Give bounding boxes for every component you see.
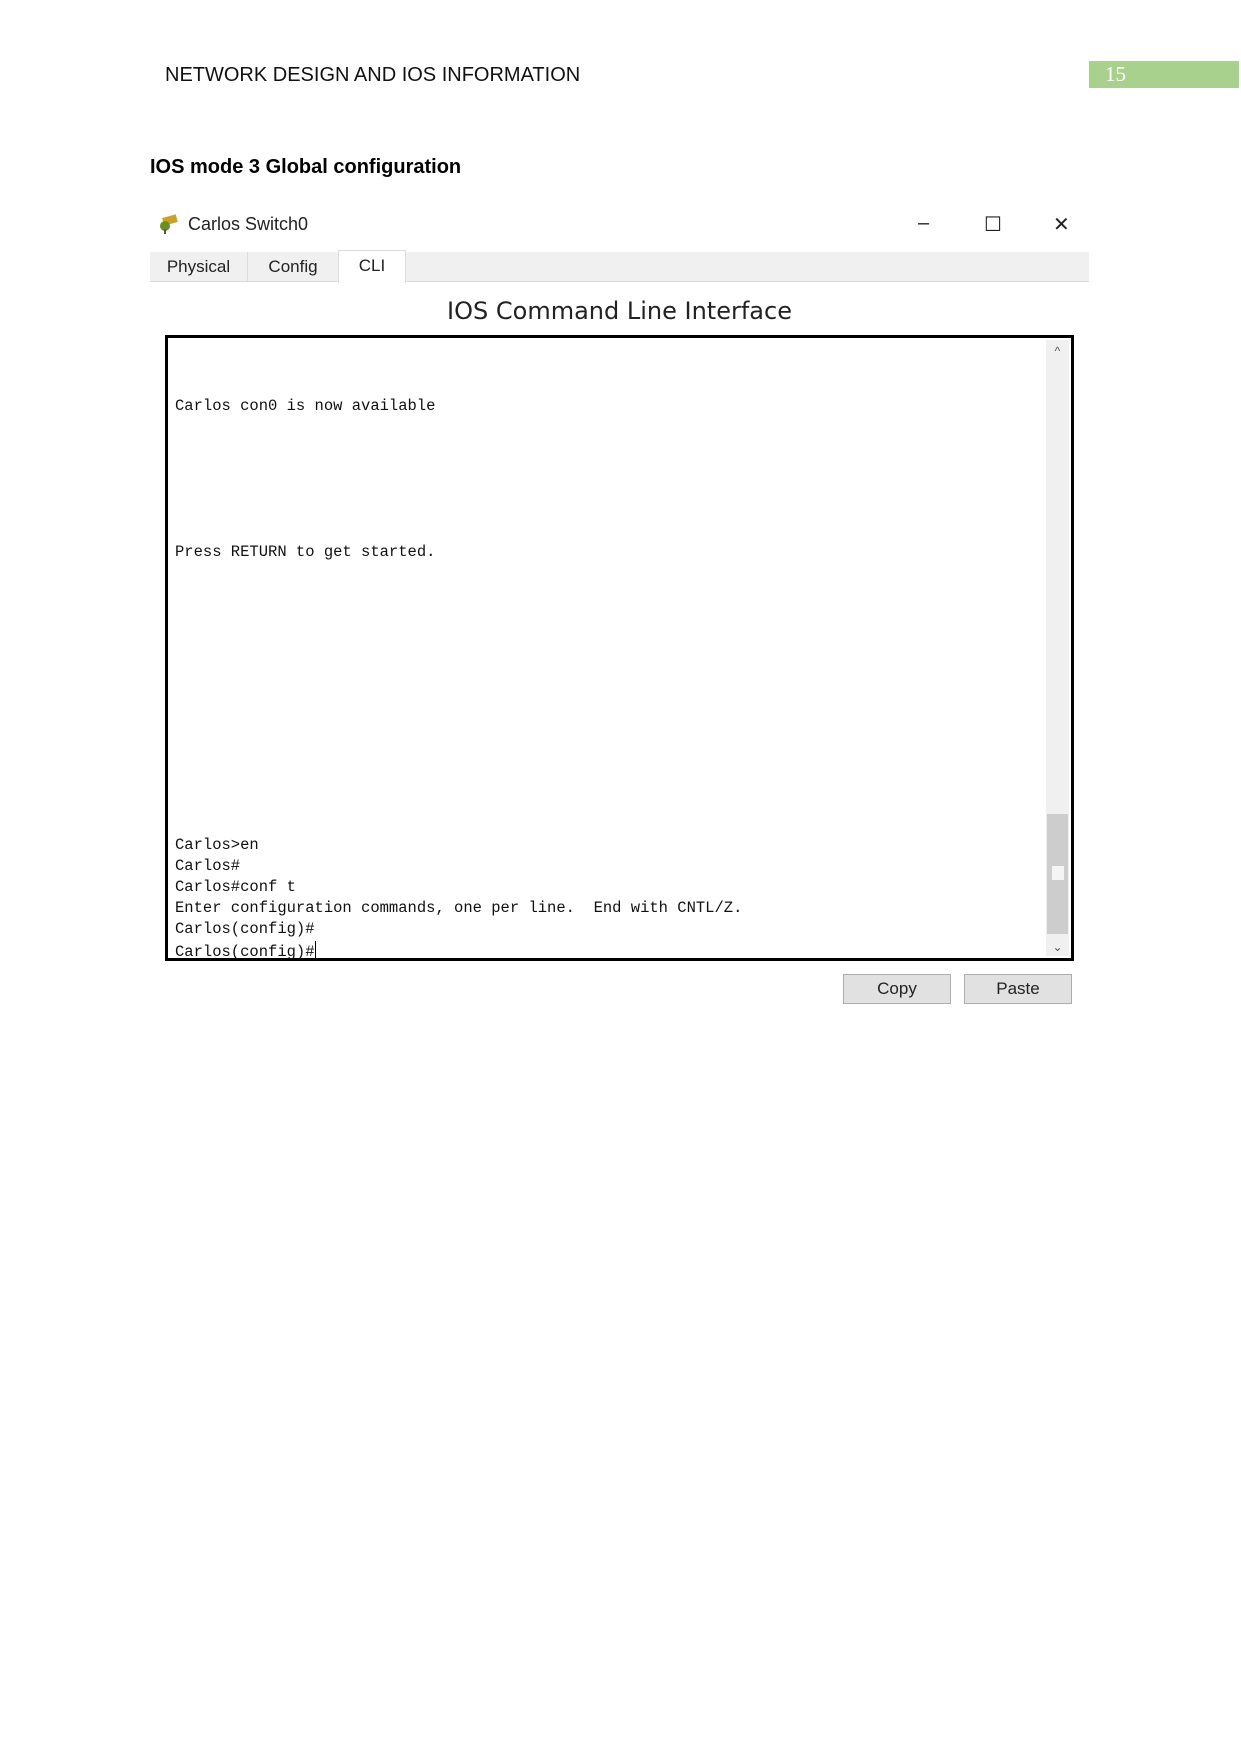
close-button[interactable]: ✕ xyxy=(1053,212,1070,237)
terminal-prompt-line: Carlos(config)# xyxy=(175,941,316,961)
terminal-line: Carlos>en xyxy=(175,836,259,854)
copy-button[interactable]: Copy xyxy=(843,974,951,1004)
terminal-line: Carlos# xyxy=(175,857,241,875)
cli-terminal[interactable]: Carlos con0 is now available Press RETUR… xyxy=(165,335,1074,961)
scrollbar-thumb[interactable] xyxy=(1047,814,1068,934)
window-title: Carlos Switch0 xyxy=(188,214,309,234)
section-heading: IOS mode 3 Global configuration xyxy=(150,156,462,178)
packet-tracer-switch-icon xyxy=(160,214,178,234)
document-page: NETWORK DESIGN AND IOS INFORMATION 15 IO… xyxy=(0,0,1241,1754)
terminal-prompt: Carlos(config)# xyxy=(175,943,315,961)
terminal-line: Press RETURN to get started. xyxy=(175,543,436,561)
scroll-up-icon[interactable]: ^ xyxy=(1046,344,1069,358)
scroll-down-icon[interactable]: ⌄ xyxy=(1046,940,1069,954)
terminal-line: Carlos con0 is now available xyxy=(175,397,436,415)
minimize-button[interactable]: – xyxy=(918,212,929,235)
tab-bar: Physical Config CLI xyxy=(150,250,1089,283)
terminal-line: Carlos#conf t xyxy=(175,878,296,896)
cli-title: IOS Command Line Interface xyxy=(447,297,792,325)
text-cursor xyxy=(314,941,316,959)
paste-button[interactable]: Paste xyxy=(964,974,1072,1004)
thumb-grip xyxy=(1052,866,1064,880)
terminal-line: Enter configuration commands, one per li… xyxy=(175,899,743,917)
running-header: NETWORK DESIGN AND IOS INFORMATION xyxy=(165,64,581,86)
page-number-badge: 15 xyxy=(1089,61,1239,88)
tab-cli[interactable]: CLI xyxy=(338,250,406,283)
maximize-button[interactable]: ☐ xyxy=(984,212,1002,237)
terminal-line: Carlos(config)# xyxy=(175,920,315,938)
tab-config[interactable]: Config xyxy=(248,252,339,281)
tab-physical[interactable]: Physical xyxy=(150,252,248,281)
scrollbar[interactable]: ^ ⌄ xyxy=(1046,340,1069,956)
